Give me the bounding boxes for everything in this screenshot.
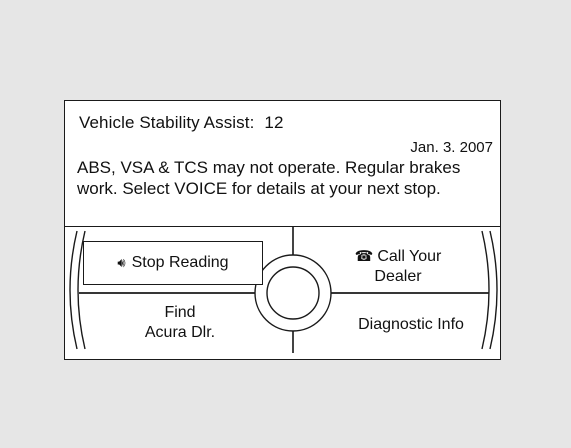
call-dealer-label-line2: Dealer bbox=[374, 268, 422, 285]
message-panel: Vehicle Stability Assist: 12 Jan. 3. 2007… bbox=[65, 101, 500, 227]
message-body: ABS, VSA & TCS may not operate. Regular … bbox=[77, 158, 461, 198]
stop-reading-label: Stop Reading bbox=[131, 254, 229, 271]
find-dealer-button[interactable]: Find Acura Dlr. bbox=[105, 303, 255, 343]
info-display: Vehicle Stability Assist: 12 Jan. 3. 2007… bbox=[64, 100, 501, 360]
message-title-text: Vehicle Stability Assist: bbox=[79, 113, 255, 132]
stop-reading-button[interactable]: 🔊︎ Stop Reading bbox=[83, 241, 263, 285]
call-dealer-button[interactable]: ☎︎ Call Your Dealer bbox=[323, 247, 473, 287]
speaker-icon: 🔊︎ bbox=[117, 255, 126, 270]
call-dealer-label-line1: Call Your bbox=[377, 248, 442, 265]
diagnostic-info-label: Diagnostic Info bbox=[358, 316, 464, 333]
message-date: Jan. 3. 2007 bbox=[410, 139, 493, 156]
message-code: 12 bbox=[264, 113, 284, 132]
interface-dial-menu: 🔊︎ Stop Reading ☎︎ Call Your Dealer Find … bbox=[65, 227, 500, 353]
find-dealer-label-line1: Find bbox=[164, 304, 196, 321]
diagnostic-info-button[interactable]: Diagnostic Info bbox=[333, 315, 489, 335]
phone-icon: ☎︎ bbox=[354, 248, 374, 265]
message-title: Vehicle Stability Assist: 12 bbox=[79, 113, 284, 133]
find-dealer-label-line2: Acura Dlr. bbox=[144, 324, 216, 341]
